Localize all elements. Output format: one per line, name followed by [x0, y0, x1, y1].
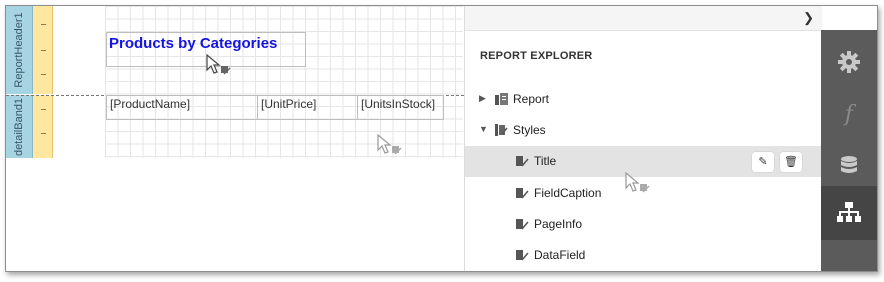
band-strip-detail[interactable]: detailBand1 — [6, 95, 33, 158]
style-icon — [516, 156, 529, 167]
field-unit-price-text: [UnitPrice] — [261, 97, 317, 111]
tree-item-style-pageinfo[interactable]: PageInfo — [465, 209, 822, 240]
design-surface[interactable] — [105, 6, 463, 158]
styles-icon — [495, 124, 508, 136]
vertical-ruler-detail — [33, 95, 53, 158]
drag-cursor-icon — [377, 133, 403, 164]
field-product-name-text: [ProductName] — [110, 97, 191, 111]
drag-cursor-icon — [206, 53, 232, 84]
style-icon — [516, 250, 529, 261]
panel-title: REPORT EXPLORER — [480, 50, 593, 62]
report-designer-window: ReportHeader1 detailBand1 Products by Ca… — [5, 5, 878, 272]
tree-item-style-datafield[interactable]: DataField — [465, 240, 822, 271]
expand-arrow-icon[interactable]: ▶ — [479, 93, 486, 104]
tree-item-styles[interactable]: ▼ Styles — [465, 115, 822, 146]
tree-item-label: Title — [534, 154, 557, 168]
field-units-in-stock-text: [UnitsInStock] — [361, 97, 436, 111]
panel-header-bar: ❯ — [465, 6, 822, 31]
delete-icon[interactable]: 🗑 — [780, 152, 802, 172]
report-explorer-icon[interactable] — [821, 186, 877, 240]
tree-item-label: FieldCaption — [534, 186, 602, 200]
report-explorer-panel: ❯ REPORT EXPLORER ▶ Report ▼ Styles Titl… — [464, 6, 822, 271]
function-icon[interactable]: f — [821, 88, 877, 140]
field-unit-price[interactable]: [UnitPrice] — [257, 95, 358, 120]
collapse-arrow-icon[interactable]: ▼ — [479, 124, 488, 134]
title-label-text: Products by Categories — [109, 35, 278, 52]
tree-item-label: Report — [513, 92, 550, 106]
field-product-name[interactable]: [ProductName] — [106, 95, 258, 120]
database-icon[interactable] — [821, 140, 877, 192]
band-label-report-header: ReportHeader1 — [13, 12, 25, 88]
chevron-right-icon[interactable]: ❯ — [803, 10, 814, 26]
report-icon — [495, 93, 508, 105]
tree-item-report[interactable]: ▶ Report — [465, 84, 822, 115]
side-toolbar: f — [821, 30, 877, 271]
tree-item-label: PageInfo — [534, 217, 583, 231]
drag-cursor-icon — [625, 171, 651, 202]
style-icon — [516, 219, 529, 230]
style-icon — [516, 188, 529, 199]
gear-icon[interactable] — [821, 36, 877, 88]
tree-item-label: DataField — [534, 248, 586, 262]
band-label-detail: detailBand1 — [13, 97, 25, 156]
field-units-in-stock[interactable]: [UnitsInStock] — [357, 95, 444, 120]
vertical-ruler-header — [33, 6, 53, 94]
tree-item-label: Styles — [513, 123, 546, 137]
band-strip-report-header[interactable]: ReportHeader1 — [6, 6, 33, 94]
edit-icon[interactable]: ✎ — [752, 152, 774, 172]
